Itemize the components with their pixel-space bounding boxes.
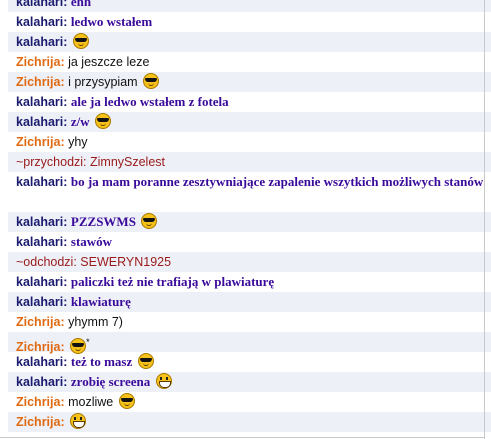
message-text: * xyxy=(86,337,90,347)
nick[interactable]: kalahari: xyxy=(16,115,67,129)
join-notice: ~przychodzi: ZimnySzelest xyxy=(16,155,166,169)
chat-message: kalahari: xyxy=(8,32,491,52)
message-text: też to masz xyxy=(70,354,133,369)
cool-smiley-icon xyxy=(95,113,112,129)
message-text: zrobię screena xyxy=(70,374,151,389)
message-text: bo ja mam poranne zesztywniające zapalen… xyxy=(70,174,484,189)
chat-message: Zichrija: mozliwe xyxy=(8,392,491,412)
message-text: yhymm 7) xyxy=(68,315,123,329)
nick[interactable]: kalahari: xyxy=(16,15,67,29)
chat-message: kalahari: też to masz xyxy=(8,352,491,372)
nick[interactable]: Zichrija: xyxy=(16,315,65,329)
message-text: ale ja ledwo wstałem z fotela xyxy=(70,94,229,109)
nick[interactable]: kalahari: xyxy=(16,375,67,389)
nick[interactable]: kalahari: xyxy=(16,355,67,369)
message-text: ja jeszcze leze xyxy=(68,55,150,69)
message-text: klawiaturę xyxy=(70,294,131,309)
chat-message: kalahari: stawów xyxy=(8,232,491,252)
chat-message: kalahari: ledwo wstałem xyxy=(8,12,491,32)
nick[interactable]: kalahari: xyxy=(16,35,67,49)
message-text: yhy xyxy=(68,135,88,149)
nick[interactable]: Zichrija: xyxy=(16,75,65,89)
grin-smiley-icon xyxy=(155,373,172,389)
chat-message: kalahari: ehh xyxy=(8,0,491,12)
chat-message: kalahari: klawiaturę xyxy=(8,292,491,312)
scroll-divider xyxy=(484,0,485,439)
chat-log: kalahari: ehh kalahari: ledwo wstałem ka… xyxy=(8,0,491,432)
chat-message: kalahari: ale ja ledwo wstałem z fotela xyxy=(8,92,491,112)
nick[interactable]: Zichrija: xyxy=(16,135,65,149)
message-text: mozliwe xyxy=(68,395,114,409)
nick[interactable]: kalahari: xyxy=(16,0,67,9)
nick[interactable]: kalahari: xyxy=(16,215,67,229)
message-text: ehh xyxy=(70,0,92,9)
nick[interactable]: kalahari: xyxy=(16,295,67,309)
chat-message: Zichrija: * xyxy=(8,332,491,354)
leave-notice: ~odchodzi: SEWERYN1925 xyxy=(16,255,172,269)
chat-message: kalahari: bo ja mam poranne zesztywniają… xyxy=(8,172,491,212)
grin-smiley-icon xyxy=(70,413,87,429)
system-message: ~przychodzi: ZimnySzelest xyxy=(8,152,491,172)
nick[interactable]: kalahari: xyxy=(16,235,67,249)
cool-smiley-icon xyxy=(141,213,158,229)
cool-smiley-icon xyxy=(137,353,154,369)
chat-message: kalahari: zrobię screena xyxy=(8,372,491,392)
chat-message: Zichrija: xyxy=(8,412,491,432)
nick[interactable]: Zichrija: xyxy=(16,395,65,409)
message-text: ledwo wstałem xyxy=(70,14,153,29)
chat-message: Zichrija: yhymm 7) xyxy=(8,312,491,332)
chat-message: kalahari: z/w xyxy=(8,112,491,132)
nick[interactable]: kalahari: xyxy=(16,175,67,189)
chat-message: Zichrija: yhy xyxy=(8,132,491,152)
chat-message: Zichrija: ja jeszcze leze xyxy=(8,52,491,72)
nick[interactable]: kalahari: xyxy=(16,275,67,289)
message-text: PZZSWMS xyxy=(70,214,136,229)
cool-smiley-icon xyxy=(72,33,89,49)
message-text: stawów xyxy=(70,234,113,249)
message-text: paliczki też nie trafiają w plawiaturę xyxy=(70,274,275,289)
nick[interactable]: kalahari: xyxy=(16,95,67,109)
nick[interactable]: Zichrija: xyxy=(16,55,65,69)
chat-message: kalahari: paliczki też nie trafiają w pl… xyxy=(8,272,491,292)
chat-message: Zichrija: i przysypiam xyxy=(8,72,491,92)
message-text: z/w xyxy=(70,114,90,129)
message-text: i przysypiam xyxy=(68,75,138,89)
bottom-divider xyxy=(0,437,485,438)
chat-message: kalahari: PZZSWMS xyxy=(8,212,491,232)
nick[interactable]: Zichrija: xyxy=(16,415,65,429)
cool-smiley-icon xyxy=(143,73,160,89)
system-message: ~odchodzi: SEWERYN1925 xyxy=(8,252,491,272)
cool-smiley-icon xyxy=(118,393,135,409)
